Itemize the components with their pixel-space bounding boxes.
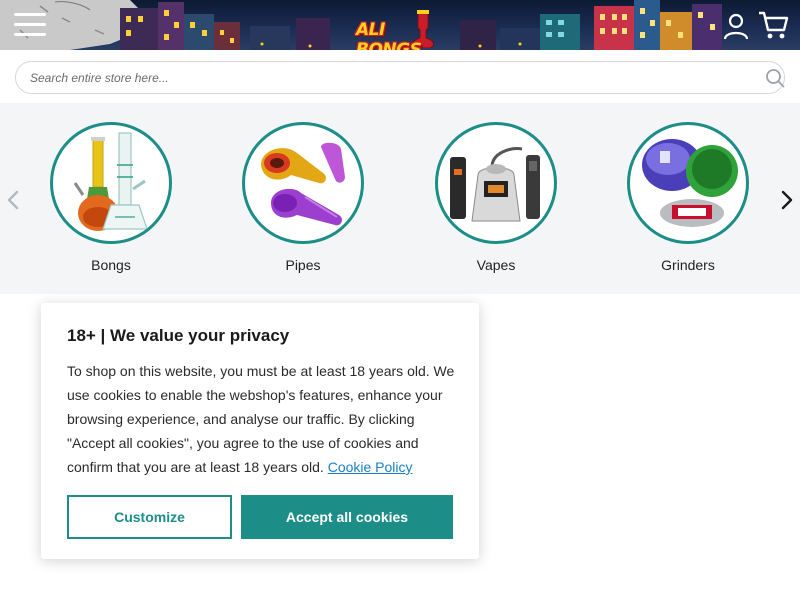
customize-button[interactable]: Customize [67, 495, 232, 539]
search-icon [766, 69, 785, 88]
category-label: Pipes [285, 257, 321, 273]
hamburger-menu-icon [14, 13, 46, 16]
menu-button[interactable] [14, 13, 46, 37]
category-image [242, 122, 364, 244]
category-carousel: Bongs Pipes Vapes Grinders [0, 103, 800, 294]
user-icon [723, 13, 749, 40]
search-input[interactable] [30, 62, 730, 93]
category-vapes[interactable]: Vapes [434, 122, 558, 273]
accept-all-cookies-button[interactable]: Accept all cookies [241, 495, 453, 539]
category-bongs[interactable]: Bongs [49, 122, 173, 273]
shopping-cart-icon [759, 11, 789, 39]
search-button[interactable] [765, 68, 785, 88]
dialog-body: To shop on this website, you must be at … [67, 359, 459, 479]
cart-button[interactable] [757, 10, 789, 40]
category-image [627, 122, 749, 244]
category-grinders[interactable]: Grinders [626, 122, 750, 273]
category-pipes[interactable]: Pipes [241, 122, 365, 273]
dialog-title: 18+ | We value your privacy [67, 326, 290, 345]
category-label: Vapes [476, 257, 516, 273]
vaporizer-icon [450, 147, 540, 222]
grinder-icon [642, 139, 738, 227]
bong-icon [73, 132, 148, 231]
cookie-policy-link[interactable]: Cookie Policy [328, 459, 413, 475]
chevron-right-icon [781, 190, 793, 210]
pipe-icon [261, 142, 345, 226]
chevron-left-icon [7, 190, 19, 210]
carousel-prev-button[interactable] [5, 189, 21, 211]
cookie-consent-dialog: 18+ | We value your privacy To shop on t… [41, 303, 479, 559]
category-image [50, 122, 172, 244]
category-label: Bongs [91, 257, 131, 273]
logo-text: ALI BONGS [356, 20, 422, 50]
category-label: Grinders [661, 257, 715, 273]
carousel-next-button[interactable] [779, 189, 795, 211]
account-button[interactable] [722, 12, 750, 40]
category-image [435, 122, 557, 244]
site-header: ALI BONGS [0, 0, 800, 50]
logo[interactable]: ALI BONGS [356, 8, 440, 50]
search-bar [15, 61, 785, 94]
